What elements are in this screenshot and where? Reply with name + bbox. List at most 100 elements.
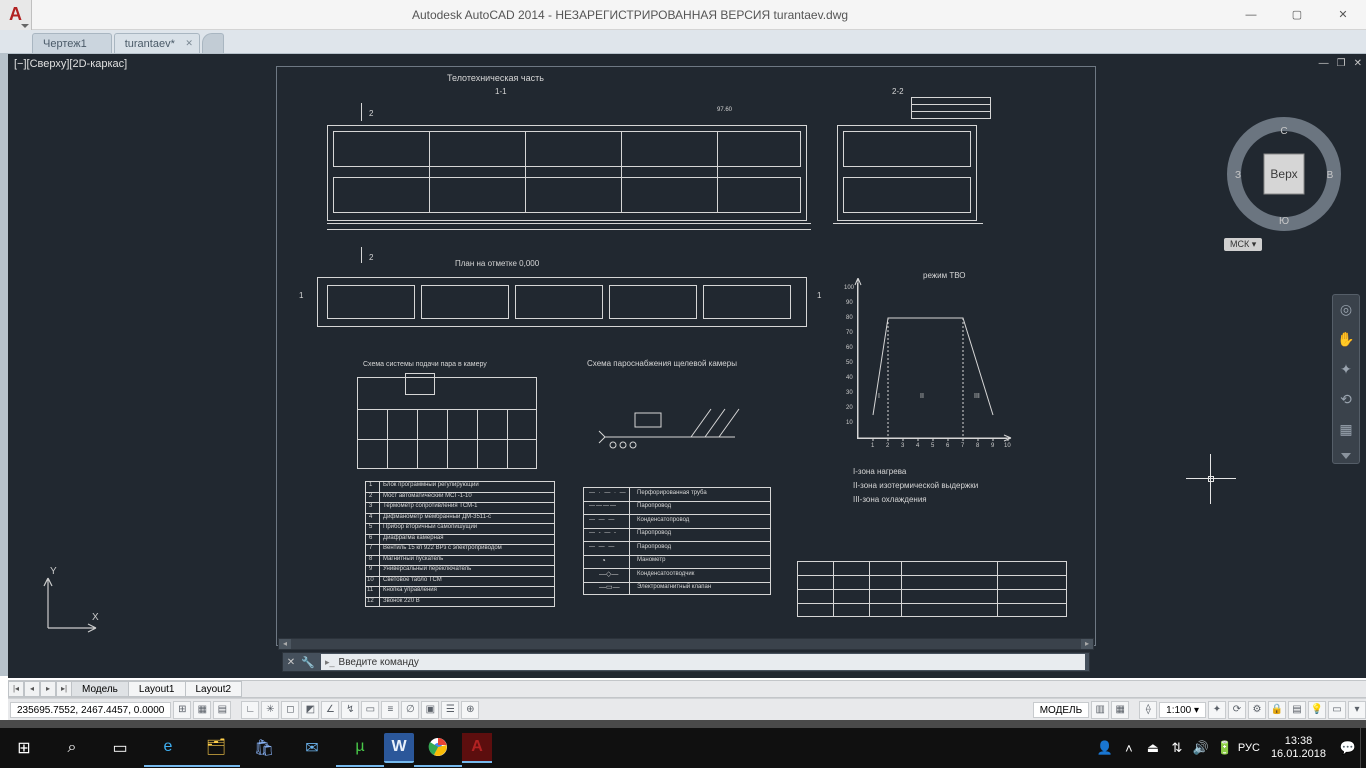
lwt-icon[interactable]: ≡ — [381, 701, 399, 719]
ortho-icon[interactable]: ∟ — [241, 701, 259, 719]
section-mark-2a: 2 — [369, 109, 373, 118]
sc-icon[interactable]: ☰ — [441, 701, 459, 719]
snap-icon[interactable]: ▦ — [193, 701, 211, 719]
navbar-expand-icon[interactable] — [1341, 453, 1351, 459]
tray-people-icon[interactable]: 👤 — [1093, 740, 1117, 756]
tray-clock[interactable]: 13:38 16.01.2018 — [1261, 735, 1336, 761]
show-desktop-button[interactable] — [1360, 728, 1366, 768]
tray-battery-icon[interactable]: 🔋 — [1213, 740, 1237, 756]
tray-chevron-icon[interactable]: ˄ — [1117, 741, 1141, 756]
toolbar-lock-icon[interactable]: 🔒 — [1268, 701, 1286, 719]
taskbar-explorer-icon[interactable]: 🗂 — [192, 729, 240, 767]
viewcube-top-face: Верх — [1270, 167, 1297, 181]
quickview-layouts-icon[interactable]: ▥ — [1091, 701, 1109, 719]
taskbar-utorrent-icon[interactable]: µ — [336, 729, 384, 767]
file-tab-chertezh1[interactable]: Чертеж1 — [32, 33, 112, 53]
tray-notifications-icon[interactable]: 💬 — [1336, 740, 1360, 756]
dim-9760: 97.60 — [717, 107, 732, 113]
cmdline-close-icon[interactable]: ✕ — [283, 657, 299, 668]
taskbar-edge-icon[interactable]: e — [144, 729, 192, 767]
left-toolbar-strip[interactable] — [0, 54, 8, 676]
grid-icon[interactable]: ▤ — [213, 701, 231, 719]
showmotion-icon[interactable]: ▦ — [1336, 419, 1356, 439]
drawing-viewport[interactable]: [−][Сверху][2D-каркас] — ❐ ✕ С В Ю З Вер… — [8, 54, 1366, 678]
taskbar-mail-icon[interactable]: ✉ — [288, 728, 336, 768]
start-button[interactable]: ⊞ — [0, 728, 48, 768]
hardware-accel-icon[interactable]: ▤ — [1288, 701, 1306, 719]
ducs-icon[interactable]: ↯ — [341, 701, 359, 719]
tray-usb-icon[interactable]: ⏏ — [1141, 740, 1165, 756]
zone3-label: III-зона охлаждения — [853, 495, 927, 504]
tpy-icon[interactable]: ∅ — [401, 701, 419, 719]
dyn-icon[interactable]: ▭ — [361, 701, 379, 719]
am-icon[interactable]: ⊕ — [461, 701, 479, 719]
ucs-icon[interactable]: Y X — [28, 568, 98, 638]
file-tab-label: Чертеж1 — [43, 38, 87, 50]
viewcube[interactable]: С В Ю З Верх МСК ▾ — [1224, 114, 1344, 264]
horizontal-scrollbar[interactable]: ◂ ▸ — [278, 638, 1094, 650]
maximize-button[interactable]: ▢ — [1274, 0, 1320, 30]
pan-icon[interactable]: ✋ — [1336, 329, 1356, 349]
section-mark-1a: 1 — [299, 291, 303, 300]
tray-language[interactable]: РУС — [1237, 742, 1261, 754]
ucs-y-label: Y — [50, 566, 57, 577]
section-mark-2b: 2 — [369, 253, 373, 262]
polar-icon[interactable]: ✳ — [261, 701, 279, 719]
viewcube-south: Ю — [1279, 216, 1289, 227]
layout-nav-last[interactable]: ▸| — [56, 681, 72, 697]
new-file-tab[interactable] — [202, 33, 224, 53]
tray-volume-icon[interactable]: 🔊 — [1189, 740, 1213, 756]
steering-wheel-icon[interactable]: ◎ — [1336, 299, 1356, 319]
annotation-visibility-icon[interactable]: ✦ — [1208, 701, 1226, 719]
autocad-app-icon[interactable]: A — [0, 0, 32, 30]
close-button[interactable]: ✕ — [1320, 0, 1366, 30]
command-placeholder: Введите команду — [339, 657, 419, 668]
clean-screen-icon[interactable]: ▭ — [1328, 701, 1346, 719]
taskbar-word-icon[interactable]: W — [384, 733, 414, 763]
customization-icon[interactable]: ▾ — [1348, 701, 1366, 719]
annotation-scale[interactable]: 1:100 ▾ — [1159, 702, 1206, 718]
navigation-bar: ◎ ✋ ✦ ⟲ ▦ — [1332, 294, 1360, 464]
coordinates-readout[interactable]: 235695.7552, 2467.4457, 0.0000 — [10, 702, 171, 718]
model-space-toggle[interactable]: МОДЕЛЬ — [1033, 702, 1089, 718]
workspace-switch-icon[interactable]: ⚙ — [1248, 701, 1266, 719]
task-view-icon[interactable]: ▭ — [96, 728, 144, 768]
search-icon[interactable]: ⌕ — [48, 728, 96, 768]
tray-date: 16.01.2018 — [1271, 748, 1326, 761]
viewport-restore-icon[interactable]: ❐ — [1337, 58, 1346, 69]
layout-nav-first[interactable]: |◂ — [8, 681, 24, 697]
tab-model[interactable]: Модель — [71, 681, 129, 697]
file-tabs: Чертеж1 turantaev*✕ — [0, 30, 1366, 54]
plan-title: План на отметке 0,000 — [455, 259, 539, 268]
command-input[interactable]: Введите команду — [321, 654, 1085, 670]
close-icon[interactable]: ✕ — [185, 38, 193, 49]
viewport-minimize-icon[interactable]: — — [1319, 58, 1329, 69]
viewport-close-icon[interactable]: ✕ — [1354, 58, 1362, 69]
file-tab-turantaev[interactable]: turantaev*✕ — [114, 33, 200, 53]
quickview-drawings-icon[interactable]: ▦ — [1111, 701, 1129, 719]
zoom-extents-icon[interactable]: ✦ — [1336, 359, 1356, 379]
taskbar-autocad-icon[interactable]: A — [462, 733, 492, 763]
osnap-icon[interactable]: ◻ — [281, 701, 299, 719]
schema2-frame — [595, 393, 767, 449]
otrack-icon[interactable]: ∠ — [321, 701, 339, 719]
taskbar-chrome-icon[interactable] — [414, 729, 462, 767]
qp-icon[interactable]: ▣ — [421, 701, 439, 719]
3dosnap-icon[interactable]: ◩ — [301, 701, 319, 719]
isolate-objects-icon[interactable]: 💡 — [1308, 701, 1326, 719]
tray-wifi-icon[interactable]: ⇅ — [1165, 740, 1189, 756]
infer-constraints-icon[interactable]: ⊞ — [173, 701, 191, 719]
tab-layout2[interactable]: Layout2 — [185, 681, 243, 697]
taskbar-store-icon[interactable]: 🛍 — [240, 728, 288, 768]
annotation-scale-icon[interactable]: ⟠ — [1139, 701, 1157, 719]
viewport-label[interactable]: [−][Сверху][2D-каркас] — [14, 58, 127, 70]
layout-nav-prev[interactable]: ◂ — [24, 681, 40, 697]
orbit-icon[interactable]: ⟲ — [1336, 389, 1356, 409]
cmdline-settings-icon[interactable]: 🔧 — [299, 656, 317, 669]
background-app-strip — [0, 720, 1366, 728]
viewcube-ucs-menu[interactable]: МСК ▾ — [1224, 238, 1262, 251]
annotation-autoscale-icon[interactable]: ⟳ — [1228, 701, 1246, 719]
tab-layout1[interactable]: Layout1 — [128, 681, 186, 697]
minimize-button[interactable]: — — [1228, 0, 1274, 30]
layout-nav-next[interactable]: ▸ — [40, 681, 56, 697]
